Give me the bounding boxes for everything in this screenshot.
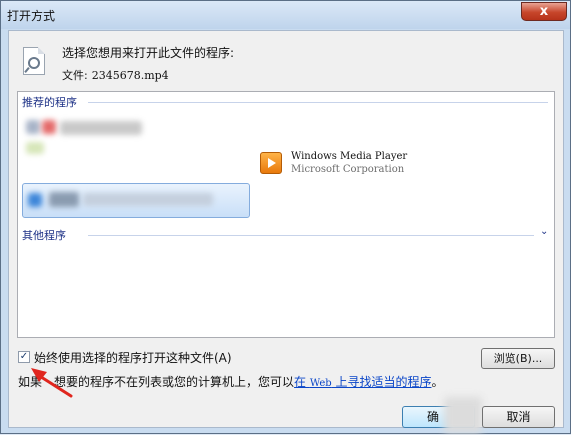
annotation-arrow-icon xyxy=(31,368,73,398)
open-with-dialog: 打开方式 x 选择您想用来打开此文件的程序: 文件: 2345678.mp4 推荐… xyxy=(0,0,571,434)
